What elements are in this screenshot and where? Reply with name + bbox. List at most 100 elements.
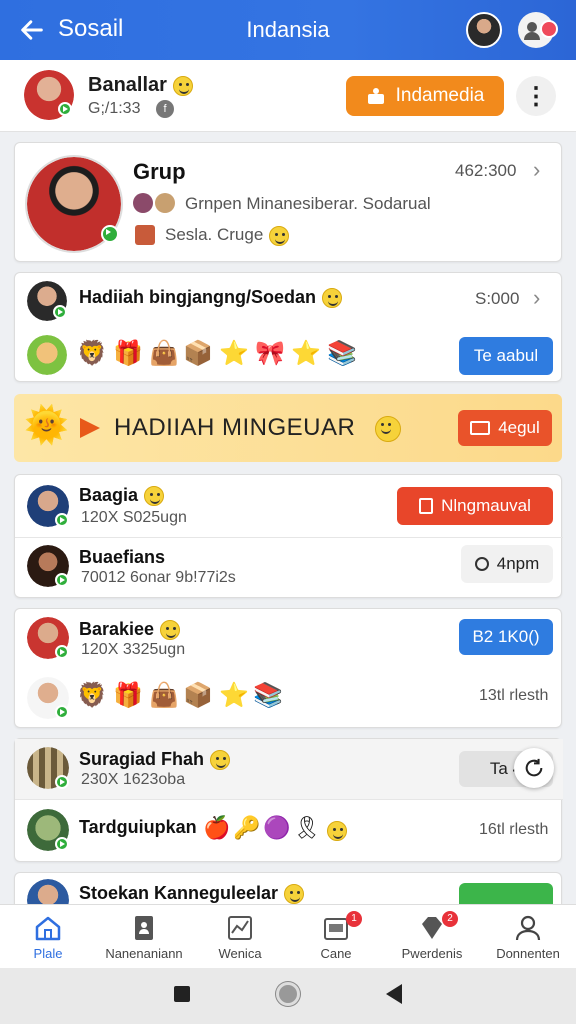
user-meta: 230X 1623oba: [81, 771, 186, 788]
gift-count: S:000: [475, 289, 520, 308]
refresh-icon: [525, 758, 543, 777]
list-item-barakiee[interactable]: Barakiee 120X 3325ugn B2 1K0(): [15, 609, 563, 669]
banner-action-button[interactable]: 4egul: [458, 410, 552, 446]
banner-title: HADIIAH MINGEUAR: [114, 414, 402, 442]
sun-sticker-icon: 🦁: [77, 682, 107, 709]
chest-sticker-icon: 📦: [183, 682, 213, 709]
recent-apps-icon[interactable]: [174, 986, 190, 1002]
nav-contacts[interactable]: Nanenaniann: [96, 905, 192, 969]
person-icon: [515, 915, 541, 941]
system-navigation-bar: [0, 968, 576, 1024]
group-title: Grup: [133, 159, 186, 184]
character-avatar: [27, 335, 67, 375]
user-name: Tardguiupkan: [79, 817, 197, 837]
location-badge-icon: [540, 20, 558, 38]
user-name: Suragiad Fhah: [79, 749, 231, 771]
online-status-icon: [55, 705, 69, 719]
online-status-icon: [55, 573, 69, 587]
smiley-icon: [375, 415, 402, 442]
profile-sub: G;/1:33: [88, 100, 141, 117]
sticker-row: 🦁 🎁 👜 📦 ⭐ 📚 13tl rlesth: [15, 669, 563, 729]
online-status-icon: [101, 225, 119, 243]
chevron-right-icon[interactable]: ›: [533, 157, 540, 183]
smiley-icon: [144, 486, 165, 507]
member-avatars-icon: [133, 193, 177, 215]
nav-stats[interactable]: Wenica: [192, 905, 288, 969]
user-meta: 120X S025ugn: [81, 509, 187, 526]
list-item-buaefians[interactable]: Buaefians 70012 6onar 9b!77i2s 4npm: [15, 537, 563, 599]
profile-header: Banallar G;/1:33 f Indamedia ⋮: [0, 60, 576, 132]
key-sticker-icon: 🔑: [233, 815, 261, 840]
contact-card-icon: [135, 916, 153, 940]
user-name: Buaefians: [79, 547, 166, 567]
group-card[interactable]: Grup 462:300 › Grnpen Minanesiberar. Sod…: [14, 142, 562, 262]
user-name: Barakiee: [79, 619, 181, 641]
user-name: Stoekan Kanneguleelar: [79, 883, 305, 904]
play-arrow-icon: [80, 418, 100, 438]
list-item-baagia[interactable]: Baagia 120X S025ugn Nlngmauval: [15, 475, 563, 537]
bottom-navigation: Plale Nanenaniann Wenica 1 Cane 2 Pwerde…: [0, 904, 576, 968]
ticket-icon: [470, 421, 491, 435]
badge-count: 1: [346, 911, 362, 927]
sun-sticker-icon: 🦁: [77, 340, 107, 367]
calendar-icon: [419, 498, 434, 514]
badge-count: 2: [442, 911, 458, 927]
meta-text: 16tl rlesth: [479, 821, 549, 838]
home-circle-icon[interactable]: [276, 982, 300, 1006]
star-sticker-icon: ⭐: [219, 682, 249, 709]
gift-action-button[interactable]: Te aabul: [459, 337, 553, 375]
action-button[interactable]: [459, 883, 553, 904]
gift-box-sticker-icon: 🎁: [113, 340, 143, 367]
list-item-stoekan[interactable]: Stoekan Kanneguleelar: [15, 873, 561, 904]
group-subline: Sesla. Cruge: [165, 225, 290, 246]
more-options-button[interactable]: ⋮: [516, 76, 556, 116]
book-sticker-icon: 📚: [253, 682, 283, 709]
user-avatar: [27, 879, 69, 904]
nav-home[interactable]: Plale: [0, 905, 96, 969]
bag-sticker-icon: 👜: [149, 340, 179, 367]
online-status-icon: [58, 102, 72, 116]
gift-card[interactable]: Hadiiah bingjangng/Soedan S:000 › 🦁 🎁 👜 …: [14, 272, 562, 382]
profile-name: Banallar: [88, 74, 193, 97]
weekly-gift-banner[interactable]: 🌞 HADIIAH MINGEUAR 4egul: [14, 394, 562, 462]
nav-profile[interactable]: Donnenten: [480, 905, 576, 969]
smiley-icon: [210, 750, 231, 771]
users-card-d: Stoekan Kanneguleelar: [14, 872, 562, 904]
smiley-icon: [284, 884, 305, 904]
chart-icon: [228, 916, 252, 940]
nav-events[interactable]: 2 Pwerdenis: [384, 905, 480, 969]
refresh-button[interactable]: [514, 748, 554, 788]
time-button[interactable]: 4npm: [461, 545, 553, 583]
info-icon: f: [156, 100, 174, 118]
indamedia-button[interactable]: Indamedia: [346, 76, 504, 116]
smiley-icon: [160, 620, 181, 641]
user-meta: 120X 3325ugn: [81, 641, 186, 658]
users-card-c: Suragiad Fhah 230X 1623oba Ta 4 Tardguiu…: [14, 738, 563, 863]
action-button[interactable]: B2 1K0(): [459, 619, 553, 655]
smiley-icon: [322, 288, 343, 309]
notifications-button[interactable]: [518, 12, 558, 48]
smiley-icon: [327, 821, 347, 841]
bag-sticker-icon: 👜: [149, 682, 179, 709]
users-card-b: Barakiee 120X 3325ugn B2 1K0() 🦁 🎁 👜 📦 ⭐…: [14, 608, 562, 728]
gift-title: Hadiiah bingjangng/Soedan: [79, 287, 343, 309]
ribbon-sticker-icon: 🎗: [293, 815, 321, 840]
group-description: Grnpen Minanesiberar. Sodarual: [185, 194, 431, 213]
gift-icon: [367, 88, 384, 104]
list-item-tardguiupkan[interactable]: Tardguiupkan 🍎 🔑 🟣 🎗 16tl rlesth: [15, 799, 563, 863]
action-button[interactable]: Nlngmauval: [397, 487, 553, 525]
back-triangle-icon[interactable]: [386, 984, 402, 1004]
chevron-right-icon[interactable]: ›: [533, 285, 540, 311]
home-icon: [35, 916, 61, 941]
list-item-suragiad[interactable]: Suragiad Fhah 230X 1623oba Ta 4: [15, 739, 563, 799]
present-sticker-icon: 🎀: [255, 340, 285, 367]
group-count: 462:300: [455, 161, 517, 180]
online-status-icon: [55, 837, 69, 851]
nav-cane[interactable]: 1 Cane: [288, 905, 384, 969]
smiley-icon: [172, 75, 193, 96]
user-avatar[interactable]: [466, 12, 502, 48]
online-status-icon: [55, 645, 69, 659]
online-status-icon: [55, 775, 69, 789]
star-sticker-icon: ⭐: [291, 340, 321, 367]
app-bar: Sosail Indansia: [0, 0, 576, 60]
